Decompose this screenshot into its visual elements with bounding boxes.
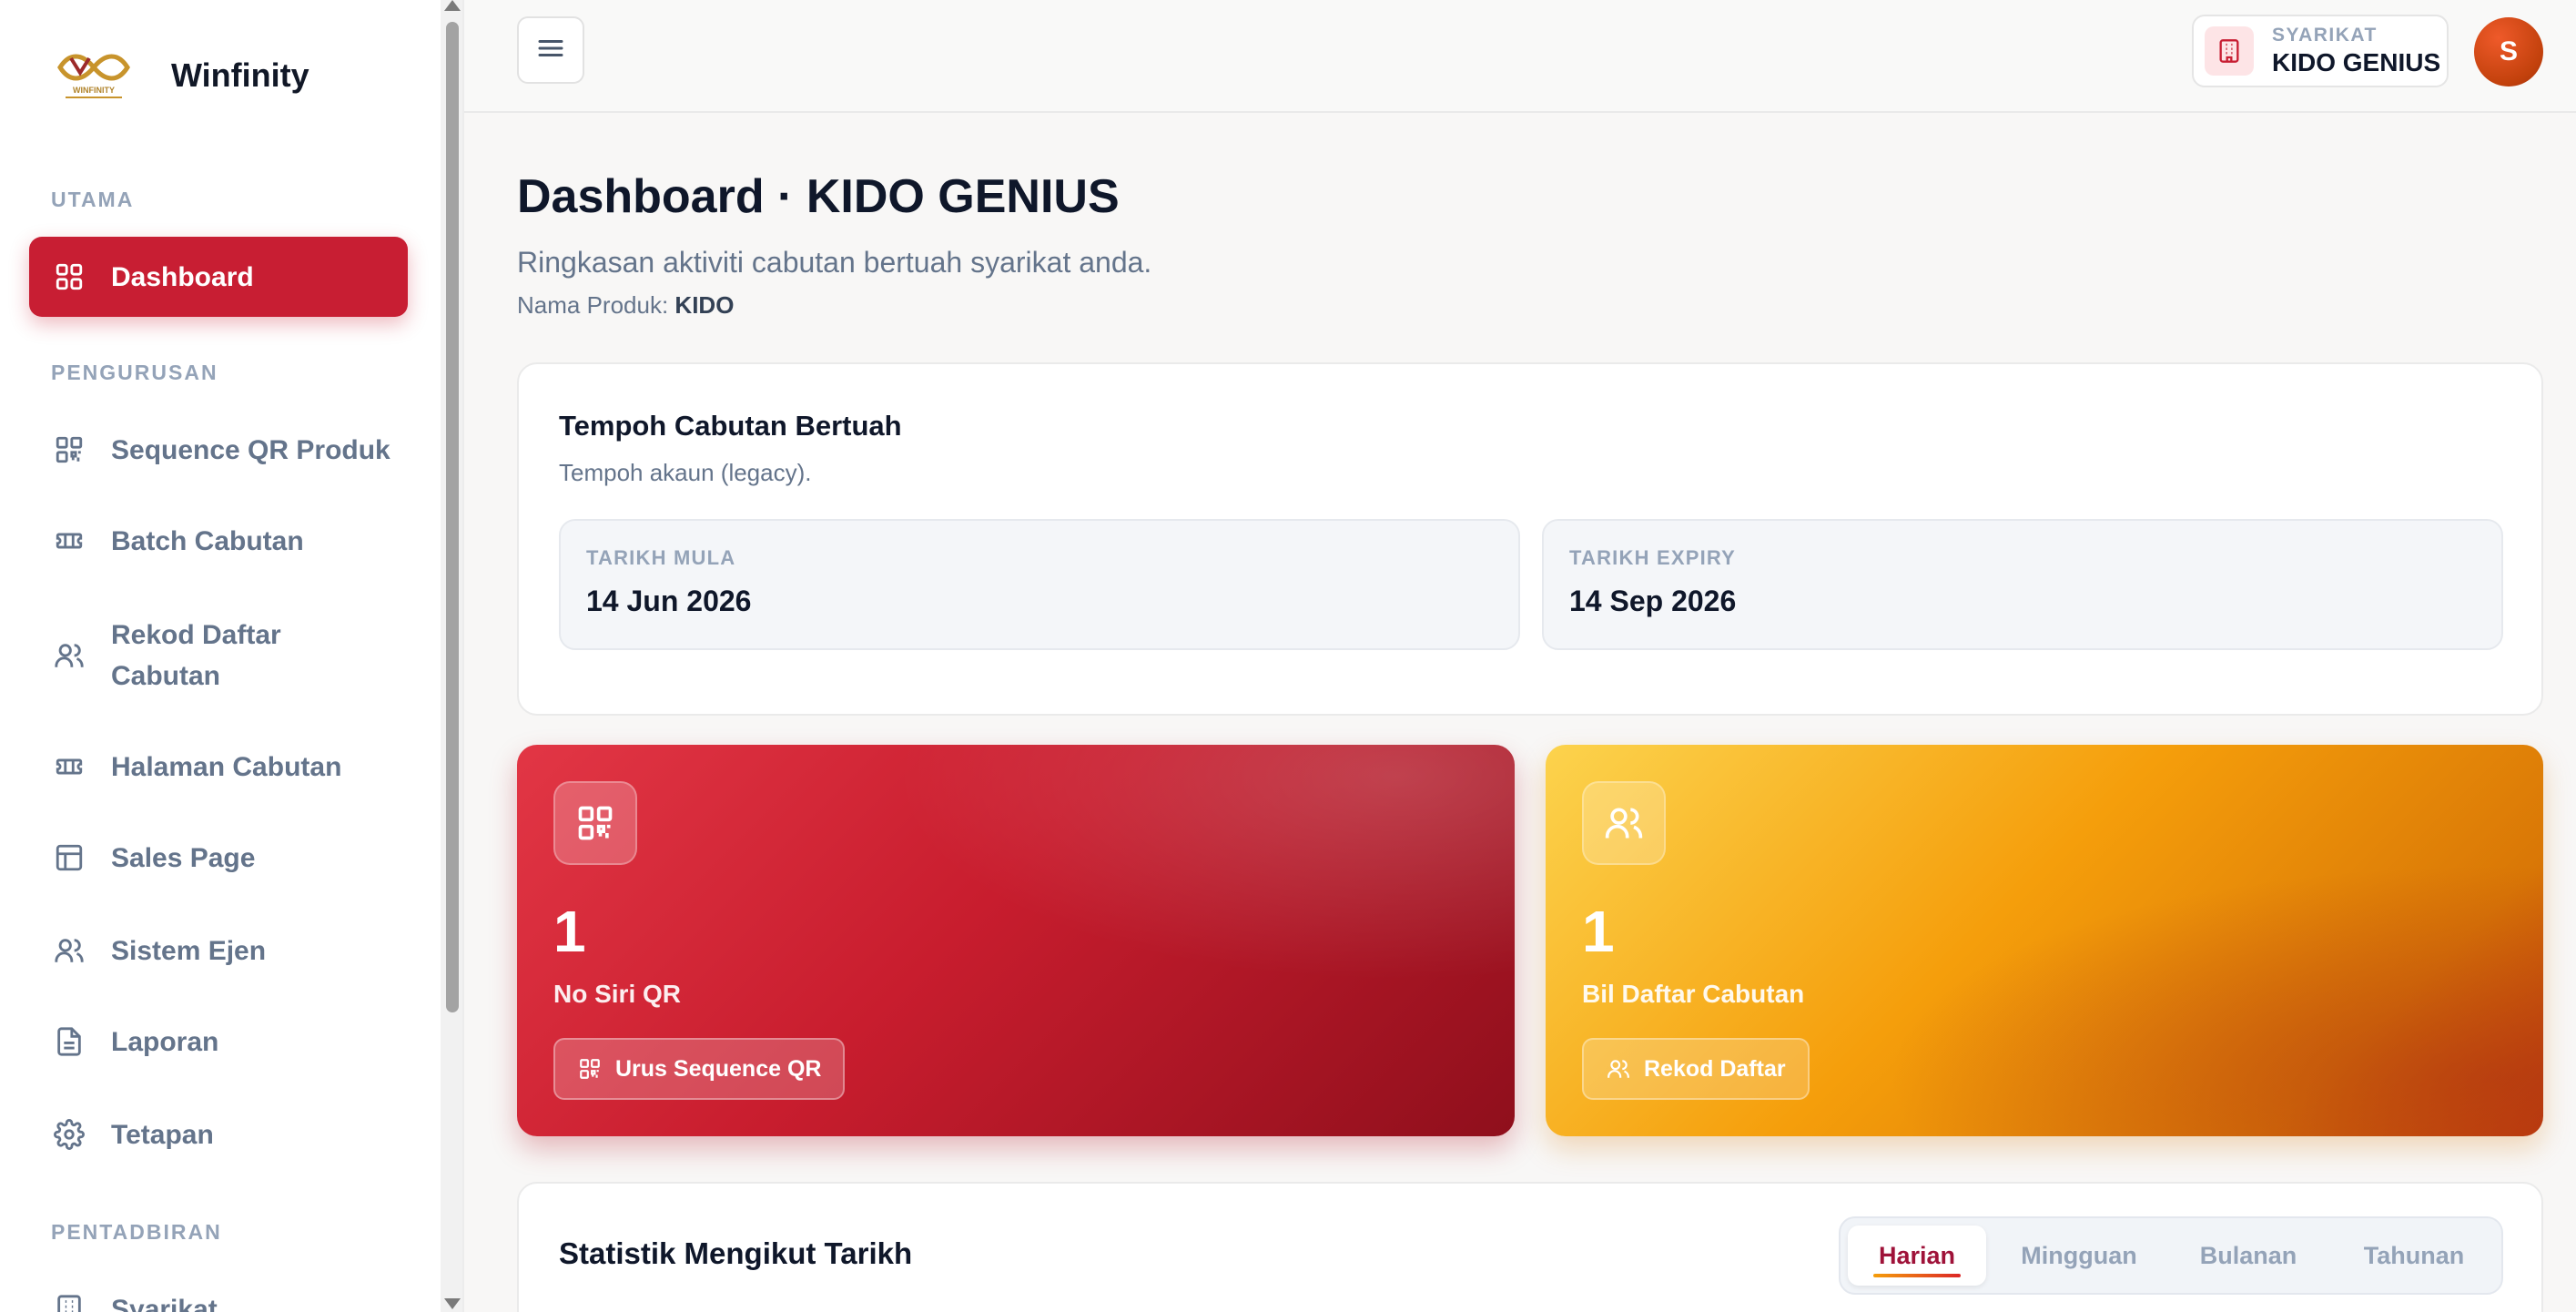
sidebar-item-dashboard[interactable]: Dashboard: [29, 237, 408, 317]
tab-mingguan[interactable]: Mingguan: [1995, 1226, 2163, 1286]
card-title: Tempoh Cabutan Bertuah: [559, 410, 902, 442]
hamburger-icon: [534, 32, 567, 69]
expiry-date-box: TARIKH EXPIRY 14 Sep 2026: [1542, 519, 2503, 650]
section-label-pentadbiran: PENTADBIRAN: [51, 1220, 222, 1244]
users-icon: [51, 932, 87, 969]
registration-records-button[interactable]: Rekod Daftar: [1582, 1038, 1810, 1100]
company-switcher[interactable]: SYARIKAT KIDO GENIUS: [2192, 15, 2449, 87]
stat-label: Bil Daftar Cabutan: [1582, 980, 1805, 1008]
expiry-date-value: 14 Sep 2026: [1569, 585, 1737, 617]
sidebar-item-label: Batch Cabutan: [111, 525, 304, 556]
sidebar-item-label: Dashboard: [111, 261, 254, 292]
stat-value: 1: [553, 899, 586, 964]
ticket-icon: [51, 523, 87, 559]
tab-harian[interactable]: Harian: [1848, 1226, 1986, 1286]
button-label: Urus Sequence QR: [615, 1055, 822, 1082]
draw-period-card: Tempoh Cabutan Bertuah Tempoh akaun (leg…: [517, 362, 2543, 716]
section-label-pengurusan: PENGURUSAN: [51, 361, 218, 384]
document-icon: [51, 1023, 87, 1060]
manage-sequence-qr-button[interactable]: Urus Sequence QR: [553, 1038, 846, 1100]
company-label: SYARIKAT: [2272, 25, 2378, 46]
start-date-label: TARIKH MULA: [586, 546, 736, 569]
user-avatar[interactable]: S: [2474, 17, 2543, 86]
card-subtitle: Tempoh akaun (legacy).: [559, 459, 812, 486]
qr-icon: [577, 1056, 603, 1082]
sidebar-item-batch-cabutan[interactable]: Batch Cabutan: [29, 515, 408, 566]
users-icon: [1582, 781, 1666, 865]
sidebar-item-label: Syarikat: [111, 1294, 218, 1312]
sidebar-item-sales-page[interactable]: Sales Page: [29, 832, 408, 883]
start-date-value: 14 Jun 2026: [586, 585, 752, 617]
svg-text:WINFINITY: WINFINITY: [73, 86, 115, 95]
sidebar-scrollbar[interactable]: [441, 0, 462, 1312]
brand[interactable]: WINFINITY Winfinity: [53, 46, 309, 106]
menu-toggle-button[interactable]: [517, 16, 584, 84]
stat-card-draw-registrations: 1 Bil Daftar Cabutan Rekod Daftar: [1546, 745, 2543, 1136]
sidebar-item-label: Tetapan: [111, 1119, 214, 1150]
building-icon: [2205, 26, 2254, 76]
button-label: Rekod Daftar: [1644, 1055, 1786, 1082]
product-label: Nama Produk:: [517, 291, 669, 319]
scroll-thumb[interactable]: [446, 22, 459, 1012]
sidebar-item-label: Sistem Ejen: [111, 935, 267, 966]
sidebar-item-label: Sales Page: [111, 842, 256, 873]
period-segmented-control: Harian Mingguan Bulanan Tahunan: [1839, 1216, 2503, 1295]
section-label-utama: UTAMA: [51, 188, 135, 211]
sidebar-item-label: Rekod Daftar Cabutan: [111, 620, 281, 691]
expiry-date-label: TARIKH EXPIRY: [1569, 546, 1737, 569]
statistics-card: Statistik Mengikut Tarikh Harian Minggua…: [517, 1182, 2543, 1312]
sidebar-item-label: Halaman Cabutan: [111, 751, 342, 782]
sidebar-item-label: Sequence QR Produk: [111, 434, 390, 465]
scroll-down-arrow-icon[interactable]: [444, 1298, 461, 1309]
page-subtitle: Ringkasan aktiviti cabutan bertuah syari…: [517, 246, 1152, 279]
users-icon: [1606, 1056, 1631, 1082]
sidebar-item-tetapan[interactable]: Tetapan: [29, 1109, 408, 1160]
sidebar-item-sistem-ejen[interactable]: Sistem Ejen: [29, 925, 408, 976]
users-icon: [51, 637, 87, 674]
qr-icon: [553, 781, 637, 865]
company-name: KIDO GENIUS: [2272, 48, 2441, 76]
product-name: KIDO: [674, 291, 735, 319]
stat-card-qr-serial: 1 No Siri QR Urus Sequence QR: [517, 745, 1515, 1136]
qr-icon: [51, 432, 87, 468]
statistics-title: Statistik Mengikut Tarikh: [559, 1236, 913, 1270]
brand-name: Winfinity: [171, 56, 309, 94]
scroll-up-arrow-icon[interactable]: [444, 0, 461, 11]
sidebar-item-halaman-cabutan[interactable]: Halaman Cabutan: [29, 741, 408, 792]
layout-icon: [51, 839, 87, 876]
sidebar-item-syarikat[interactable]: Syarikat: [29, 1284, 408, 1312]
page-title: Dashboard · KIDO GENIUS: [517, 170, 1120, 223]
stat-label: No Siri QR: [553, 980, 682, 1008]
tab-bulanan[interactable]: Bulanan: [2172, 1226, 2325, 1286]
sidebar: WINFINITY Winfinity UTAMA Dashboard PENG…: [0, 0, 464, 1312]
start-date-box: TARIKH MULA 14 Jun 2026: [559, 519, 1520, 650]
top-header: SYARIKAT KIDO GENIUS S: [464, 0, 2576, 113]
product-name-line: Nama Produk: KIDO: [517, 291, 734, 320]
gear-icon: [51, 1116, 87, 1153]
tab-tahunan[interactable]: Tahunan: [2334, 1226, 2494, 1286]
ticket-icon: [51, 748, 87, 785]
sidebar-item-sequence-qr[interactable]: Sequence QR Produk: [29, 424, 408, 475]
grid-icon: [51, 259, 87, 295]
winfinity-logo: WINFINITY: [53, 46, 135, 106]
building-icon: [51, 1291, 87, 1312]
stat-value: 1: [1582, 899, 1615, 964]
sidebar-item-label: Laporan: [111, 1026, 219, 1057]
sidebar-item-rekod-daftar[interactable]: Rekod Daftar Cabutan: [29, 612, 408, 699]
sidebar-item-laporan[interactable]: Laporan: [29, 1016, 408, 1067]
